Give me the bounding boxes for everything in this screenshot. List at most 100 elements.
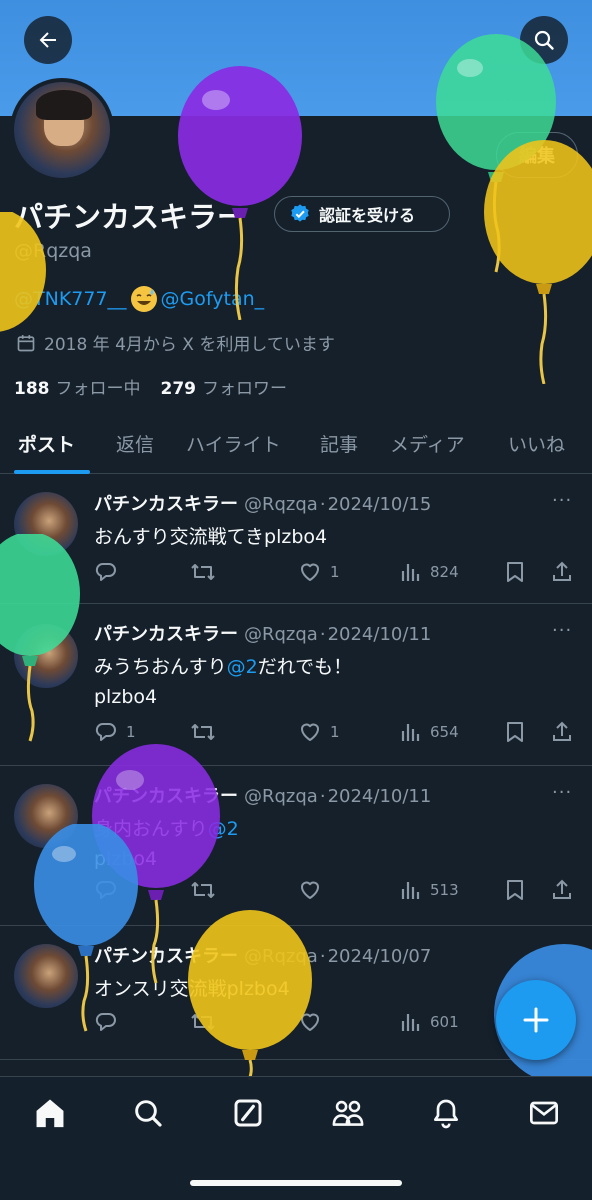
tab-likes[interactable]: いいね <box>508 430 565 457</box>
sweat-smile-emoji-icon <box>130 286 157 312</box>
calendar-icon <box>17 334 35 351</box>
edit-profile-label: 編集 <box>519 146 555 167</box>
post-actions: 1 1 654 <box>94 720 578 746</box>
post-item[interactable]: パチンカスキラー @Rqzqa · 2024/10/11 ··· 身内おんすり@2 p… <box>0 766 592 926</box>
tab-articles[interactable]: 記事 <box>320 430 358 457</box>
profile-bio: @TNK777__ @Gofytan_ <box>14 286 264 312</box>
share-button[interactable] <box>550 878 574 902</box>
post-more-button[interactable]: ··· <box>552 490 572 511</box>
post-author-handle: @Rqzqa <box>244 494 318 515</box>
post-author-handle: @Rqzqa <box>244 946 318 967</box>
post-avatar[interactable] <box>14 944 78 1008</box>
post-date[interactable]: 2024/10/15 <box>328 494 432 515</box>
post-text-part: だれでも！ <box>257 656 353 678</box>
repost-button[interactable] <box>190 560 216 584</box>
home-indicator <box>190 1180 402 1186</box>
following-link[interactable]: 188 フォロー中 <box>14 374 141 399</box>
followers-link[interactable]: 279 フォロワー <box>161 374 288 399</box>
post-date[interactable]: 2024/10/11 <box>328 624 432 645</box>
post-avatar[interactable] <box>14 624 78 688</box>
post-meta-separator: · <box>319 494 326 515</box>
views-button[interactable]: 824 <box>400 560 459 584</box>
post-mention[interactable]: @2 <box>208 818 239 840</box>
post-date[interactable]: 2024/10/07 <box>328 946 432 967</box>
views-button[interactable]: 601 <box>400 1010 459 1034</box>
tab-replies[interactable]: 返信 <box>116 430 154 457</box>
post-avatar[interactable] <box>14 492 78 556</box>
post-meta-separator: · <box>319 786 326 807</box>
post-more-button[interactable]: ··· <box>552 620 572 641</box>
post-author-name: パチンカスキラー <box>94 786 238 807</box>
share-icon <box>553 879 571 899</box>
post-date[interactable]: 2024/10/11 <box>328 786 432 807</box>
reply-count: 1 <box>126 723 136 741</box>
like-icon <box>301 723 319 741</box>
post-text-line2: plzbo4 <box>94 848 158 870</box>
post-meta-separator: · <box>319 946 326 967</box>
bookmark-icon <box>507 562 523 582</box>
following-count: 188 <box>14 379 50 399</box>
repost-button[interactable] <box>190 1010 216 1034</box>
post-text: オンスリ交流戦plzbo4 <box>94 978 290 1000</box>
follow-stats: 188 フォロー中 279 フォロワー <box>14 374 287 399</box>
nav-home[interactable] <box>30 1093 70 1133</box>
post-mention[interactable]: @2 <box>227 656 258 678</box>
views-icon <box>401 1014 420 1031</box>
post-text-part: みうちおんすり <box>94 656 227 678</box>
views-button[interactable]: 654 <box>400 720 459 744</box>
bookmark-icon <box>507 880 523 900</box>
post-item[interactable]: パチンカスキラー @Rqzqa · 2024/10/11 ··· みうちおんすり@2だ… <box>0 604 592 766</box>
compose-post-button[interactable] <box>496 980 576 1060</box>
display-name: パチンカスキラー <box>14 200 247 234</box>
back-button[interactable] <box>24 16 72 64</box>
share-button[interactable] <box>550 560 574 584</box>
profile-avatar[interactable] <box>10 78 114 182</box>
like-button[interactable] <box>298 1010 330 1034</box>
bio-mention-2[interactable]: @Gofytan_ <box>161 288 265 310</box>
tab-media[interactable]: メディア <box>390 430 465 457</box>
reply-button[interactable] <box>94 878 126 902</box>
repost-icon <box>191 882 215 898</box>
tab-highlights[interactable]: ハイライト <box>186 430 281 457</box>
like-button[interactable] <box>298 878 330 902</box>
post-more-button[interactable]: ··· <box>552 782 572 803</box>
bookmark-button[interactable] <box>504 878 526 902</box>
search-button[interactable] <box>520 16 568 64</box>
post-item[interactable]: パチンカスキラー @Rqzqa · 2024/10/15 ··· おんすり交流戦てきp… <box>0 474 592 604</box>
view-count: 824 <box>430 563 459 581</box>
share-button[interactable] <box>550 720 574 744</box>
edit-profile-button[interactable]: 編集 <box>496 132 578 178</box>
nav-search[interactable] <box>128 1093 168 1133</box>
post-header: パチンカスキラー @Rqzqa · 2024/10/11 <box>94 782 431 808</box>
repost-button[interactable] <box>190 720 216 744</box>
repost-button[interactable] <box>190 878 216 902</box>
joined-date: 2018 年 4月から X を利用しています <box>16 330 335 355</box>
repost-icon <box>191 724 215 740</box>
reply-button[interactable] <box>94 560 126 584</box>
bookmark-button[interactable] <box>504 720 526 744</box>
tab-posts[interactable]: ポスト <box>18 430 75 457</box>
communities-icon <box>332 1100 364 1126</box>
get-verified-button[interactable]: 認証を受ける <box>274 196 450 232</box>
post-header: パチンカスキラー @Rqzqa · 2024/10/11 <box>94 620 431 646</box>
bio-mention-1[interactable]: @TNK777__ <box>14 288 127 310</box>
nav-notifications[interactable] <box>426 1093 466 1133</box>
like-button[interactable]: 1 <box>298 720 340 744</box>
post-author-name: パチンカスキラー <box>94 494 238 515</box>
like-count: 1 <box>330 723 340 741</box>
like-button[interactable]: 1 <box>298 560 340 584</box>
bookmark-button[interactable] <box>504 560 526 584</box>
nav-messages[interactable] <box>524 1093 564 1133</box>
reply-button[interactable]: 1 <box>94 720 136 744</box>
nav-communities[interactable] <box>328 1093 368 1133</box>
views-button[interactable]: 513 <box>400 878 459 902</box>
post-text-part: 身内おんすり <box>94 818 208 840</box>
nav-grok[interactable] <box>228 1093 268 1133</box>
post-avatar[interactable] <box>14 784 78 848</box>
joined-text: 2018 年 4月から X を利用しています <box>44 335 335 355</box>
back-arrow-icon <box>39 32 56 48</box>
get-verified-label: 認証を受ける <box>319 206 416 225</box>
reply-button[interactable] <box>94 1010 126 1034</box>
views-icon <box>401 882 420 899</box>
following-label: フォロー中 <box>55 379 141 399</box>
